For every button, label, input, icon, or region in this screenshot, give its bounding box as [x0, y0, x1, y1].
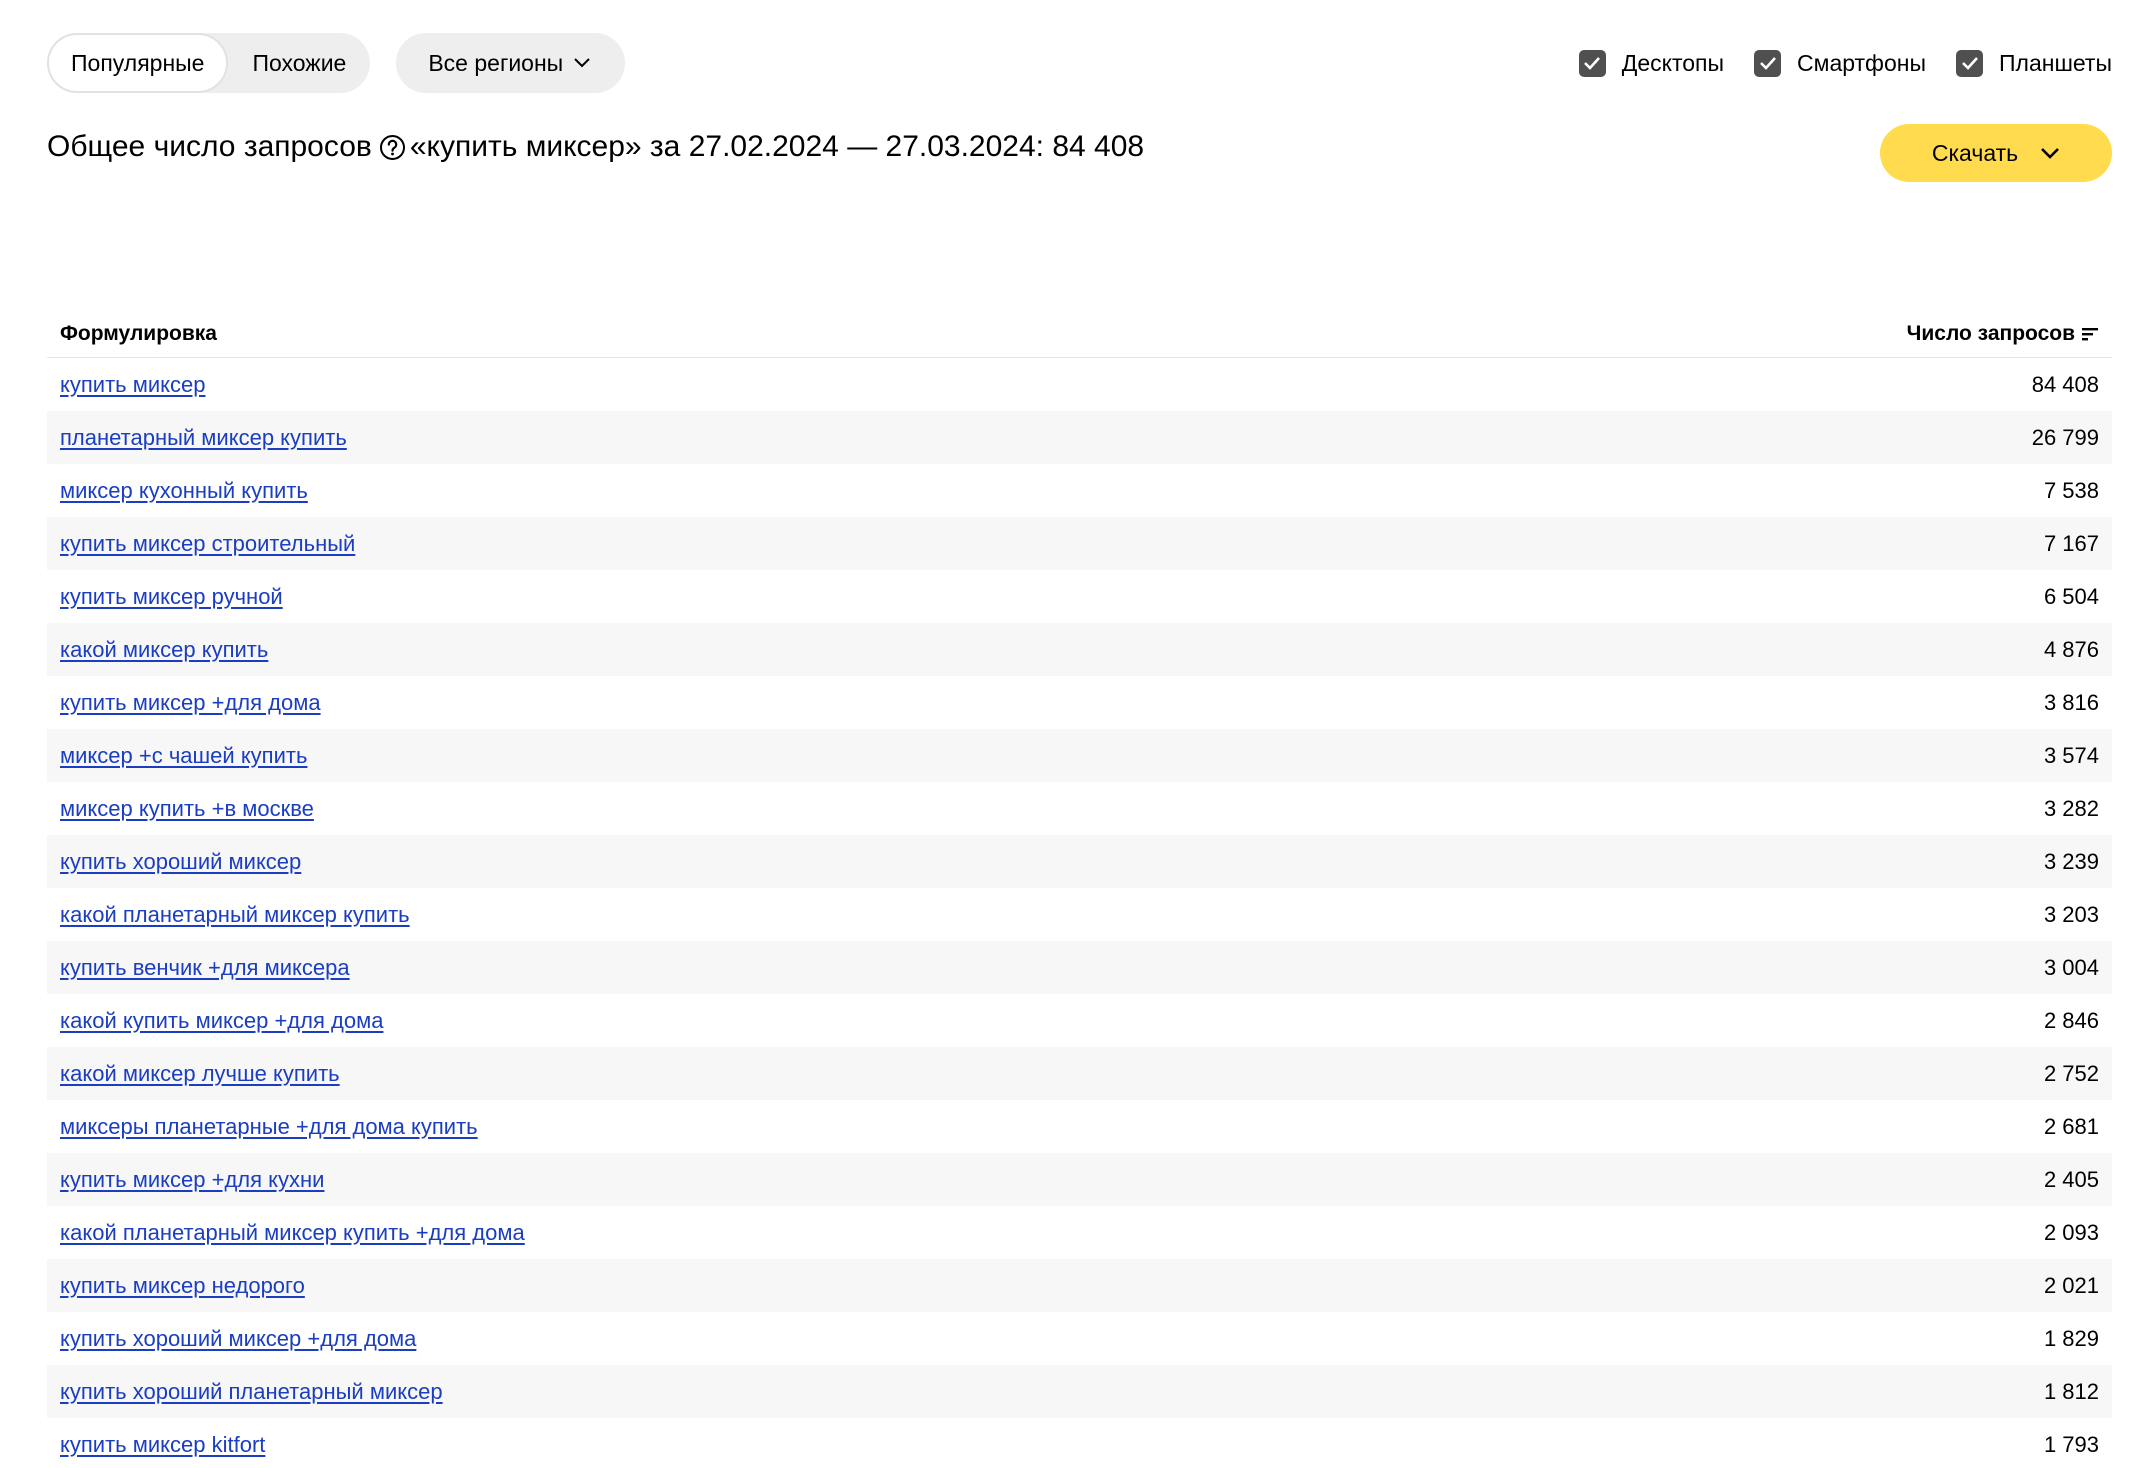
query-link[interactable]: купить хороший миксер: [60, 849, 301, 875]
total-summary: Общее число запросов «купить миксер» за …: [47, 130, 1144, 164]
query-link[interactable]: планетарный миксер купить: [60, 425, 347, 451]
column-header-count-label: Число запросов: [1906, 321, 2075, 345]
query-link[interactable]: купить хороший планетарный миксер: [60, 1379, 443, 1405]
query-count: 1 793: [2043, 1431, 2099, 1457]
query-link[interactable]: купить миксер строительный: [60, 531, 355, 557]
table-row: миксеры планетарные +для дома купить 2 68…: [47, 1100, 2112, 1153]
device-smartphone-label: Смартфоны: [1797, 49, 1926, 76]
device-smartphone-checkbox[interactable]: Смартфоны: [1754, 49, 1926, 77]
checkmark-icon: [1578, 49, 1606, 77]
table-row: купить миксер kitfort 1 793: [47, 1418, 2112, 1468]
query-link[interactable]: миксер +с чашей купить: [60, 743, 307, 769]
tab-similar[interactable]: Похожие: [228, 33, 370, 93]
query-count: 3 816: [2043, 689, 2099, 715]
device-desktop-checkbox[interactable]: Десктопы: [1578, 49, 1725, 77]
table-header: Формулировка Число запросов: [47, 310, 2112, 358]
query-link[interactable]: какой миксер лучше купить: [60, 1061, 340, 1087]
query-link[interactable]: купить венчик +для миксера: [60, 955, 350, 981]
device-tablet-checkbox[interactable]: Планшеты: [1956, 49, 2112, 77]
query-count: 3 282: [2043, 795, 2099, 821]
chevron-down-icon: [574, 58, 590, 68]
checkmark-icon: [1956, 49, 1983, 77]
question-circle-icon[interactable]: [379, 134, 406, 161]
sort-descending-icon: [2082, 327, 2098, 340]
summary-query: «купить миксер» за 27.02.2024 — 27.03.20…: [409, 130, 1145, 163]
query-link[interactable]: миксеры планетарные +для дома купить: [60, 1114, 478, 1140]
region-dropdown-label: Все регионы: [428, 49, 564, 76]
table-row: купить хороший миксер +для дома 1 829: [47, 1312, 2112, 1365]
table-row: какой миксер лучше купить 2 752: [47, 1047, 2112, 1100]
summary-prefix: Общее число запросов: [47, 130, 372, 163]
region-dropdown[interactable]: Все регионы: [396, 33, 626, 93]
table-row: купить хороший планетарный миксер 1 812: [47, 1365, 2112, 1418]
column-header-phrase: Формулировка: [60, 321, 217, 345]
query-link[interactable]: какой миксер купить: [60, 637, 268, 663]
query-link[interactable]: миксер кухонный купить: [60, 478, 308, 504]
table-row: какой планетарный миксер купить +для дом…: [47, 1206, 2112, 1259]
query-count: 6 504: [2043, 583, 2099, 609]
query-link[interactable]: миксер купить +в москве: [60, 796, 314, 822]
query-count: 2 846: [2043, 1007, 2099, 1033]
table-row: миксер купить +в москве 3 282: [47, 782, 2112, 835]
queries-table: Формулировка Число запросов купить миксе…: [47, 310, 2112, 1468]
chevron-down-icon: [2041, 147, 2060, 159]
query-count: 2 752: [2043, 1060, 2099, 1086]
query-link[interactable]: какой планетарный миксер купить: [60, 902, 410, 928]
query-count: 1 812: [2043, 1378, 2099, 1404]
table-row: миксер кухонный купить 7 538: [47, 464, 2112, 517]
query-count: 3 574: [2043, 742, 2099, 768]
table-row: планетарный миксер купить 26 799: [47, 411, 2112, 464]
mode-switch: Популярные Похожие: [47, 33, 371, 93]
tab-popular[interactable]: Популярные: [47, 33, 229, 93]
table-row: какой миксер купить 4 876: [47, 623, 2112, 676]
device-tablet-label: Планшеты: [1999, 49, 2112, 76]
filter-bar: Популярные Похожие Все регионы Десктопы: [47, 33, 2112, 93]
query-count: 3 004: [2043, 954, 2099, 980]
query-count: 2 405: [2043, 1166, 2099, 1192]
query-count: 3 203: [2043, 901, 2099, 927]
table-row: какой планетарный миксер купить 3 203: [47, 888, 2112, 941]
table-row: купить миксер строительный 7 167: [47, 517, 2112, 570]
query-count: 4 876: [2043, 636, 2099, 662]
table-row: миксер +с чашей купить 3 574: [47, 729, 2112, 782]
query-link[interactable]: купить миксер: [60, 372, 205, 398]
query-link[interactable]: какой планетарный миксер купить +для дом…: [60, 1220, 525, 1246]
table-body: купить миксер 84 408 планетарный миксер ку…: [47, 358, 2112, 1468]
download-button-label: Скачать: [1931, 139, 2019, 166]
query-count: 1 829: [2043, 1325, 2099, 1351]
filter-bar-left: Популярные Похожие Все регионы: [47, 33, 626, 93]
checkmark-icon: [1754, 49, 1782, 77]
column-header-count[interactable]: Число запросов: [1907, 322, 2099, 346]
query-link[interactable]: купить миксер +для кухни: [60, 1167, 324, 1193]
table-row: купить хороший миксер 3 239: [47, 835, 2112, 888]
table-row: купить миксер недорого 2 021: [47, 1259, 2112, 1312]
query-link[interactable]: купить миксер ручной: [60, 584, 283, 610]
wordstat-page: Популярные Похожие Все регионы Десктопы: [0, 0, 2138, 1468]
table-row: купить миксер +для дома 3 816: [47, 676, 2112, 729]
query-link[interactable]: купить миксер kitfort: [60, 1432, 265, 1458]
query-count: 84 408: [2031, 371, 2099, 397]
query-count: 7 167: [2043, 530, 2099, 556]
query-link[interactable]: какой купить миксер +для дома: [60, 1008, 383, 1034]
query-count: 2 021: [2043, 1272, 2099, 1298]
query-count: 26 799: [2031, 424, 2099, 450]
device-desktop-label: Десктопы: [1621, 49, 1725, 76]
download-button[interactable]: Скачать: [1880, 124, 2112, 182]
table-row: купить миксер 84 408: [47, 358, 2112, 411]
table-row: купить миксер ручной 6 504: [47, 570, 2112, 623]
table-row: какой купить миксер +для дома 2 846: [47, 994, 2112, 1047]
query-link[interactable]: купить миксер недорого: [60, 1273, 305, 1299]
query-link[interactable]: купить хороший миксер +для дома: [60, 1326, 416, 1352]
query-count: 2 093: [2043, 1219, 2099, 1245]
table-row: купить венчик +для миксера 3 004: [47, 941, 2112, 994]
query-link[interactable]: купить миксер +для дома: [60, 690, 321, 716]
device-filters: Десктопы Смартфоны Планшеты: [1578, 49, 2112, 77]
table-row: купить миксер +для кухни 2 405: [47, 1153, 2112, 1206]
query-count: 3 239: [2043, 848, 2099, 874]
query-count: 7 538: [2043, 477, 2099, 503]
query-count: 2 681: [2043, 1113, 2099, 1139]
